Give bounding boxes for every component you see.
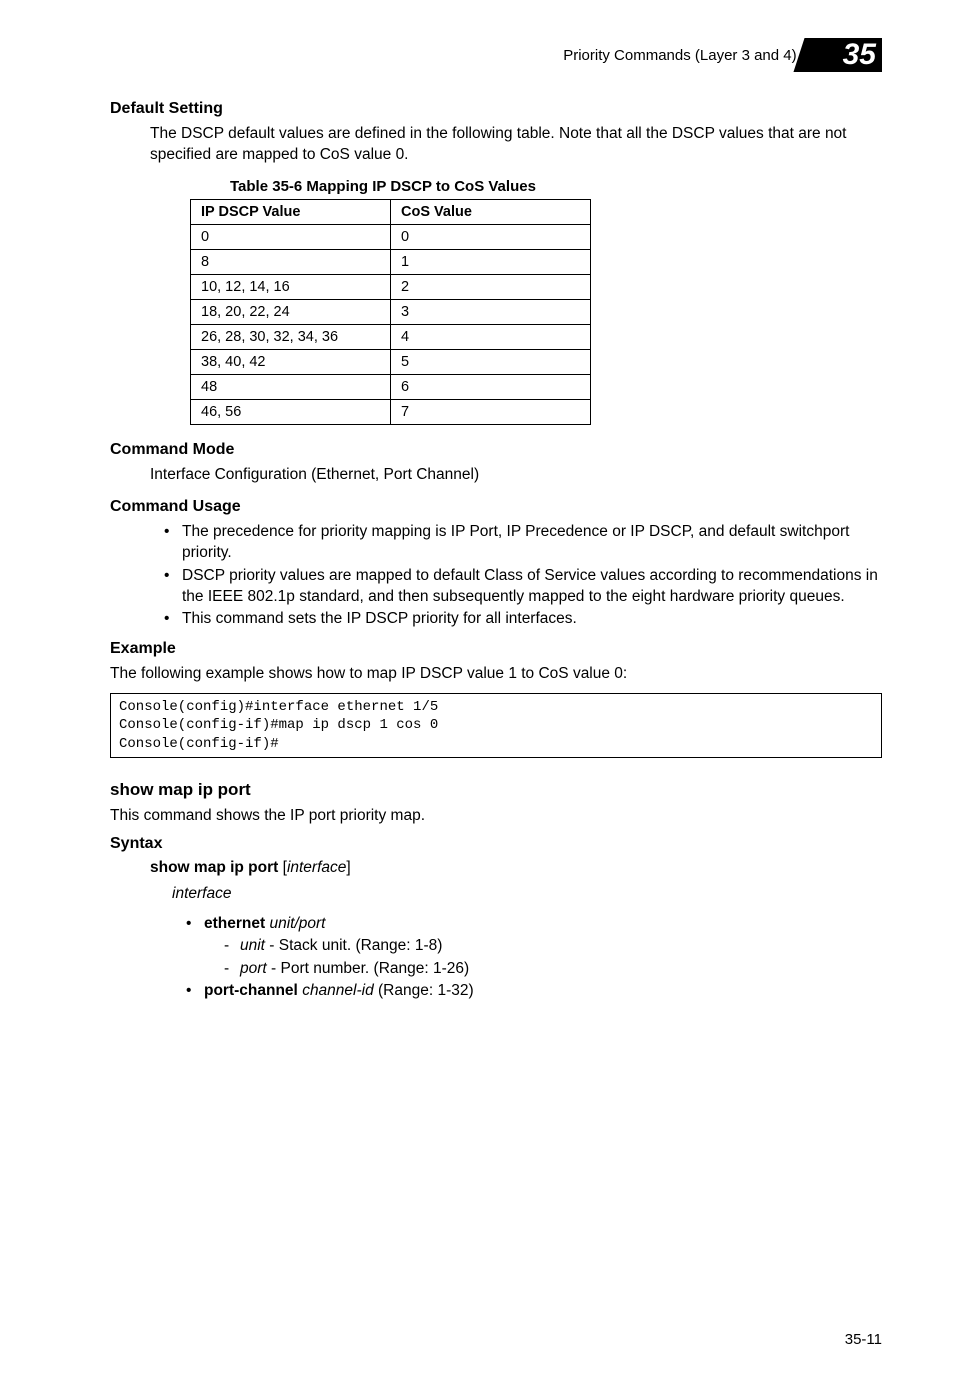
table-cell: 3 (391, 299, 591, 324)
table-row: 38, 40, 425 (191, 349, 591, 374)
list-item: port - Port number. (Range: 1-26) (224, 958, 882, 980)
table-cell: 2 (391, 274, 591, 299)
table-row: 10, 12, 14, 162 (191, 274, 591, 299)
interface-options: ethernet unit/port unit - Stack unit. (R… (186, 913, 882, 1003)
command-description: This command shows the IP port priority … (110, 806, 882, 827)
example-heading: Example (110, 640, 882, 658)
header-breadcrumb: Priority Commands (Layer 3 and 4) (563, 47, 796, 64)
table-caption: Table 35-6 Mapping IP DSCP to CoS Values (230, 178, 882, 195)
option-arg: unit/port (269, 915, 325, 932)
table-cell: 5 (391, 349, 591, 374)
default-setting-body: The DSCP default values are defined in t… (150, 124, 882, 166)
param-name: port (240, 960, 267, 977)
list-item: port-channel channel-id (Range: 1-32) (186, 980, 882, 1002)
chapter-number: 35 (843, 38, 876, 71)
sub-options: unit - Stack unit. (Range: 1-8) port - P… (224, 935, 882, 980)
table-row: 26, 28, 30, 32, 34, 364 (191, 324, 591, 349)
command-name: show map ip port (110, 780, 882, 800)
list-item: ethernet unit/port unit - Stack unit. (R… (186, 913, 882, 980)
command-usage-heading: Command Usage (110, 498, 882, 516)
table-row: 00 (191, 224, 591, 249)
table-row: 46, 567 (191, 399, 591, 424)
list-item: This command sets the IP DSCP priority f… (164, 609, 882, 630)
code-block: Console(config)#interface ethernet 1/5 C… (110, 693, 882, 758)
table-cell: 26, 28, 30, 32, 34, 36 (191, 324, 391, 349)
syntax-command: show map ip port (150, 859, 278, 876)
command-mode-heading: Command Mode (110, 441, 882, 459)
example-intro: The following example shows how to map I… (110, 664, 882, 685)
table-cell: 8 (191, 249, 391, 274)
param-desc: - Stack unit. (Range: 1-8) (265, 937, 442, 954)
table-header: CoS Value (391, 199, 591, 224)
table-row: 486 (191, 374, 591, 399)
table-cell: 18, 20, 22, 24 (191, 299, 391, 324)
table-cell: 1 (391, 249, 591, 274)
interface-label: interface (172, 885, 882, 903)
param-name: unit (240, 937, 265, 954)
option-keyword: port-channel (204, 982, 298, 999)
table-cell: 48 (191, 374, 391, 399)
syntax-bracket: ] (346, 859, 350, 876)
option-arg: channel-id (302, 982, 374, 999)
table-header-row: IP DSCP Value CoS Value (191, 199, 591, 224)
table-cell: 4 (391, 324, 591, 349)
param-desc: - Port number. (Range: 1-26) (267, 960, 469, 977)
command-mode-body: Interface Configuration (Ethernet, Port … (150, 465, 882, 486)
list-item: DSCP priority values are mapped to defau… (164, 566, 882, 608)
table-row: 81 (191, 249, 591, 274)
page-number: 35-11 (845, 1331, 882, 1348)
syntax-line: show map ip port [interface] (150, 859, 882, 877)
table-row: 18, 20, 22, 243 (191, 299, 591, 324)
syntax-heading: Syntax (110, 835, 882, 853)
default-setting-heading: Default Setting (110, 100, 882, 118)
table-header: IP DSCP Value (191, 199, 391, 224)
syntax-arg: interface (287, 859, 346, 876)
table-cell: 38, 40, 42 (191, 349, 391, 374)
command-usage-list: The precedence for priority mapping is I… (164, 522, 882, 631)
table-cell: 6 (391, 374, 591, 399)
dscp-table: IP DSCP Value CoS Value 00 81 10, 12, 14… (190, 199, 591, 425)
chapter-badge: 35 (813, 38, 882, 72)
page-header: Priority Commands (Layer 3 and 4) 35 (110, 38, 882, 72)
table-cell: 46, 56 (191, 399, 391, 424)
table-cell: 10, 12, 14, 16 (191, 274, 391, 299)
option-rest: (Range: 1-32) (374, 982, 474, 999)
option-keyword: ethernet (204, 915, 265, 932)
table-cell: 0 (391, 224, 591, 249)
table-cell: 7 (391, 399, 591, 424)
table-cell: 0 (191, 224, 391, 249)
list-item: The precedence for priority mapping is I… (164, 522, 882, 564)
list-item: unit - Stack unit. (Range: 1-8) (224, 935, 882, 957)
